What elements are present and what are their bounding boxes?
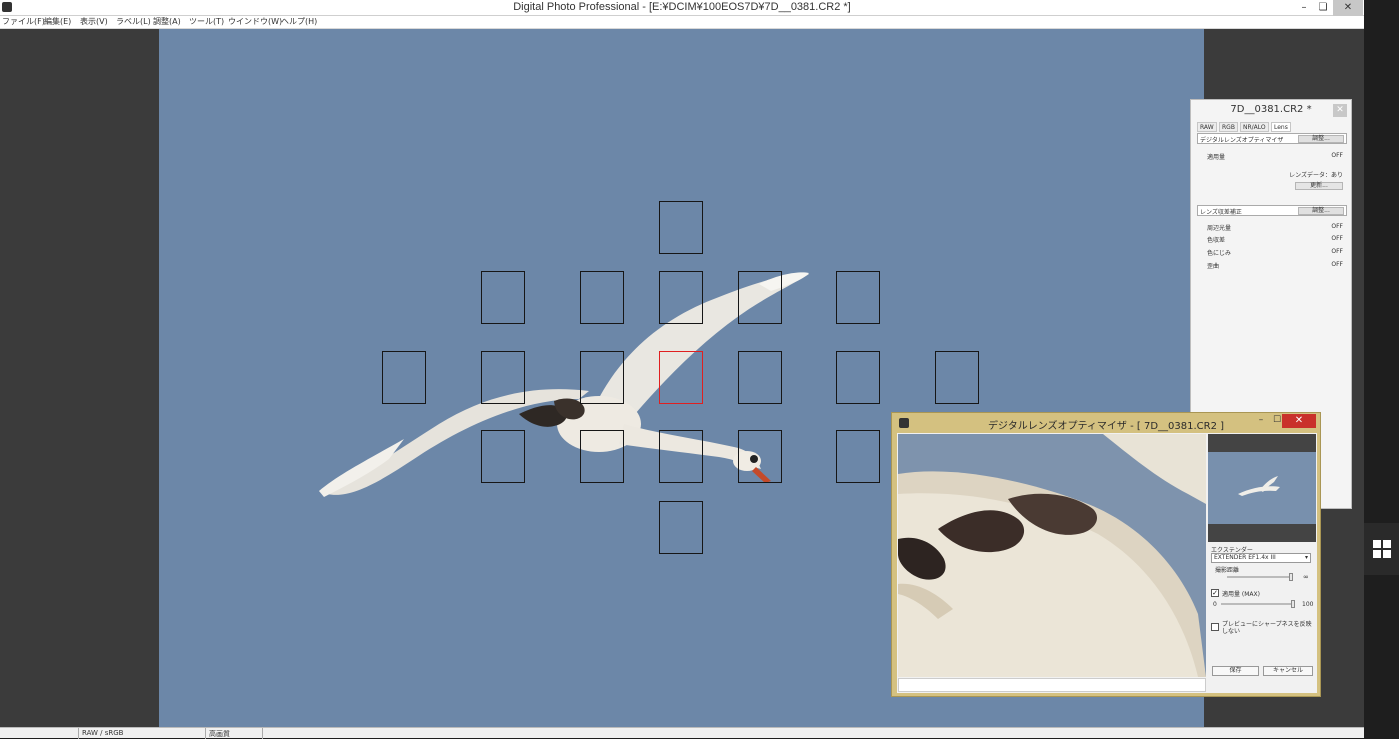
dialog-close-button[interactable]: ✕ bbox=[1282, 414, 1316, 428]
tab-lens[interactable]: Lens bbox=[1271, 122, 1291, 132]
af-point[interactable] bbox=[738, 351, 782, 404]
chevron-down-icon: ▾ bbox=[1304, 554, 1308, 561]
tab-rgb[interactable]: RGB bbox=[1219, 122, 1238, 132]
af-point[interactable] bbox=[580, 271, 624, 324]
minimize-button[interactable]: – bbox=[1294, 0, 1314, 16]
aberration-label: 色にじみ bbox=[1207, 250, 1232, 257]
navigator-image bbox=[1208, 452, 1316, 524]
zoomed-swan-image bbox=[898, 434, 1206, 677]
af-point-selected[interactable] bbox=[659, 351, 703, 404]
dlo-amount-row: 適用量 OFF bbox=[1207, 152, 1343, 161]
aberration-value: OFF bbox=[1331, 235, 1343, 242]
dlo-dialog: デジタルレンズオプティマイザ - [ 7D__0381.CR2 ] – ☐ ✕ bbox=[891, 412, 1321, 697]
navigator-thumbnail[interactable] bbox=[1208, 434, 1316, 542]
aberration-section-label: レンズ収差補正 bbox=[1200, 209, 1242, 216]
dlo-section-label: デジタルレンズオプティマイザ bbox=[1200, 137, 1284, 144]
windows-charm[interactable] bbox=[1364, 523, 1399, 575]
af-point[interactable] bbox=[836, 351, 880, 404]
amount-slider-track[interactable] bbox=[1221, 603, 1293, 605]
aberration-value: OFF bbox=[1331, 261, 1343, 268]
amount-max: 100 bbox=[1302, 601, 1314, 608]
extender-value: EXTENDER EF1.4x III bbox=[1214, 554, 1276, 561]
aberration-row: 色にじみ OFF bbox=[1207, 248, 1343, 257]
preview-status-strip bbox=[898, 678, 1206, 692]
menu-help[interactable]: ヘルプ(H) bbox=[281, 16, 317, 28]
status-separator bbox=[205, 728, 206, 739]
amount-slider-thumb[interactable] bbox=[1291, 600, 1295, 608]
status-bar: RAW / sRGB 高画質 bbox=[0, 727, 1364, 739]
af-point[interactable] bbox=[580, 351, 624, 404]
af-point[interactable] bbox=[935, 351, 979, 404]
aberration-row: 歪曲 OFF bbox=[1207, 261, 1343, 270]
af-point[interactable] bbox=[836, 271, 880, 324]
aberration-section-header: レンズ収差補正 調整... bbox=[1197, 205, 1347, 216]
amount-min: 0 bbox=[1213, 601, 1217, 608]
menu-window[interactable]: ウインドウ(W) bbox=[228, 16, 282, 28]
af-point[interactable] bbox=[659, 201, 703, 254]
aberration-adjust-button[interactable]: 調整... bbox=[1298, 207, 1344, 215]
status-separator bbox=[262, 728, 263, 739]
menu-label[interactable]: ラベル(L) bbox=[116, 16, 151, 28]
distance-slider-thumb[interactable] bbox=[1289, 573, 1293, 581]
af-point[interactable] bbox=[659, 271, 703, 324]
menu-file[interactable]: ファイル(F) bbox=[2, 16, 45, 28]
tab-nr-alo[interactable]: NR/ALO bbox=[1240, 122, 1269, 132]
af-point[interactable] bbox=[382, 351, 426, 404]
cancel-button[interactable]: キャンセル bbox=[1263, 666, 1313, 676]
af-point[interactable] bbox=[481, 430, 525, 483]
palette-close-button[interactable]: ✕ bbox=[1333, 104, 1347, 117]
aberration-row: 色収差 OFF bbox=[1207, 235, 1343, 244]
amount-checkbox-label: 適用量 (MAX) bbox=[1222, 591, 1260, 598]
check-icon: ✓ bbox=[1212, 589, 1218, 597]
aberration-row: 周辺光量 OFF bbox=[1207, 223, 1343, 232]
dlo-amount-label: 適用量 bbox=[1207, 154, 1226, 161]
aberration-label: 周辺光量 bbox=[1207, 225, 1232, 232]
extender-select[interactable]: EXTENDER EF1.4x III ▾ bbox=[1211, 553, 1311, 563]
status-color-info: RAW / sRGB bbox=[82, 729, 124, 737]
af-point[interactable] bbox=[580, 430, 624, 483]
aberration-label: 歪曲 bbox=[1207, 263, 1220, 270]
window-title: Digital Photo Professional - [E:¥DCIM¥10… bbox=[513, 1, 851, 13]
distance-label: 撮影距離 bbox=[1215, 567, 1240, 574]
aberration-label: 色収差 bbox=[1207, 237, 1226, 244]
amount-checkbox[interactable]: ✓ bbox=[1211, 589, 1219, 597]
af-point[interactable] bbox=[836, 430, 880, 483]
close-button[interactable]: ✕ bbox=[1333, 0, 1363, 16]
dialog-body: エクステンダー EXTENDER EF1.4x III ▾ 撮影距離 ∞ ✓ 適… bbox=[897, 433, 1317, 693]
update-button[interactable]: 更新... bbox=[1295, 182, 1343, 190]
aberration-value: OFF bbox=[1331, 248, 1343, 255]
af-point[interactable] bbox=[738, 271, 782, 324]
af-point[interactable] bbox=[481, 351, 525, 404]
title-bar: Digital Photo Professional - [E:¥DCIM¥10… bbox=[0, 0, 1364, 16]
af-point[interactable] bbox=[481, 271, 525, 324]
windows-logo-icon bbox=[1373, 540, 1391, 558]
dlo-amount-value: OFF bbox=[1331, 152, 1343, 159]
menu-tools[interactable]: ツール(T) bbox=[189, 16, 224, 28]
af-point[interactable] bbox=[659, 501, 703, 554]
menu-bar: ファイル(F) 編集(E) 表示(V) ラベル(L) 調整(A) ツール(T) … bbox=[0, 16, 1364, 29]
af-point[interactable] bbox=[659, 430, 703, 483]
dlo-adjust-button[interactable]: 調整... bbox=[1298, 135, 1344, 143]
menu-view[interactable]: 表示(V) bbox=[80, 16, 108, 28]
status-separator bbox=[78, 728, 79, 739]
dlo-section-header: デジタルレンズオプティマイザ 調整... bbox=[1197, 133, 1347, 144]
save-button[interactable]: 保存 bbox=[1212, 666, 1259, 676]
menu-adjust[interactable]: 調整(A) bbox=[153, 16, 181, 28]
sharpness-checkbox[interactable] bbox=[1211, 623, 1219, 631]
zoom-preview[interactable] bbox=[898, 434, 1206, 677]
lens-data-row: レンズデータ：あり bbox=[1207, 170, 1343, 179]
tab-raw[interactable]: RAW bbox=[1197, 122, 1217, 132]
restore-button[interactable]: ❏ bbox=[1313, 0, 1333, 16]
distance-slider-track[interactable] bbox=[1227, 576, 1293, 578]
menu-edit[interactable]: 編集(E) bbox=[44, 16, 71, 28]
sharpness-checkbox-label: プレビューにシャープネスを反映しない bbox=[1222, 621, 1312, 635]
palette-title: 7D__0381.CR2 * bbox=[1230, 104, 1312, 115]
desktop-edge bbox=[1364, 0, 1399, 738]
aberration-value: OFF bbox=[1331, 223, 1343, 230]
lens-data-status: レンズデータ：あり bbox=[1289, 172, 1343, 179]
dialog-minimize-button[interactable]: – bbox=[1254, 415, 1268, 427]
infinity-icon: ∞ bbox=[1303, 573, 1309, 581]
af-point[interactable] bbox=[738, 430, 782, 483]
